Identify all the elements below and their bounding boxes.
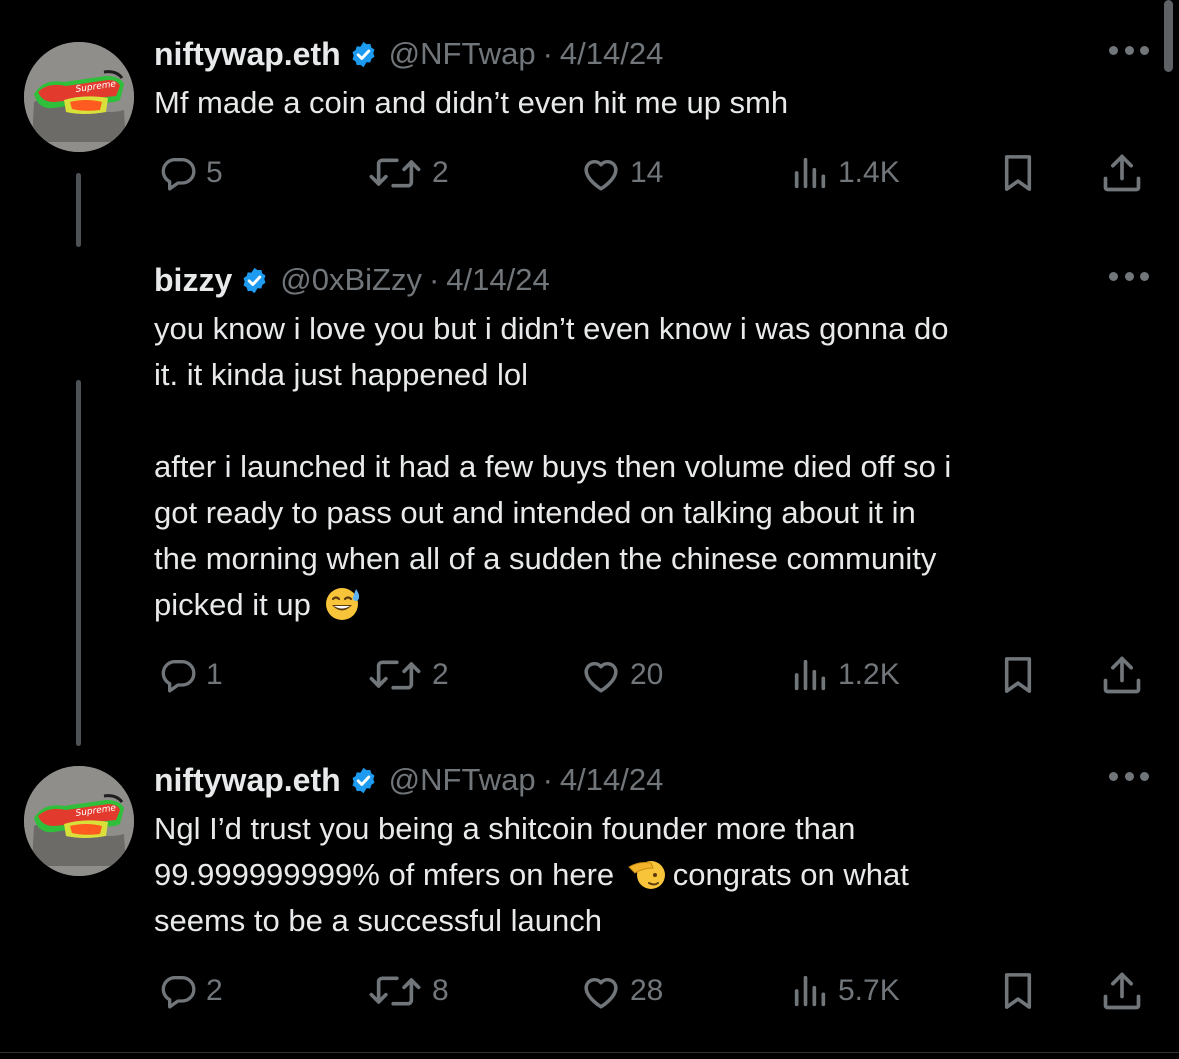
- repost-count: 2: [432, 156, 449, 189]
- avatar-image: Supreme: [24, 42, 134, 152]
- share-icon: [1103, 154, 1141, 192]
- tweet-line: seems to be a successful launch: [154, 903, 603, 938]
- like-button[interactable]: 20: [580, 650, 663, 700]
- more-icon[interactable]: [1109, 766, 1149, 786]
- repost-icon: [369, 976, 421, 1006]
- tweet-line: Ngl I’d trust you being a shitcoin found…: [154, 811, 856, 846]
- separator: ·: [428, 262, 440, 297]
- separator: ·: [542, 36, 553, 71]
- tweet-line: after i launched it had a few buys then …: [154, 449, 952, 484]
- saluting-face-emoji: [627, 861, 665, 889]
- tweet-text: Ngl I’d trust you being a shitcoin found…: [154, 806, 1114, 944]
- tweet-line: you know i love you but i didn’t even kn…: [154, 311, 949, 346]
- reply-icon: [161, 976, 196, 1009]
- repost-count: 8: [432, 974, 449, 1007]
- views-icon: [794, 975, 826, 1007]
- like-count: 28: [630, 974, 664, 1007]
- like-count: 14: [630, 156, 664, 189]
- verified-badge-icon[interactable]: [240, 266, 269, 295]
- heart-icon: [584, 159, 618, 191]
- share-icon: [1103, 972, 1141, 1010]
- handle[interactable]: @NFTwap: [389, 36, 536, 72]
- reply-count: 5: [206, 156, 223, 189]
- tweet-line: got ready to pass out and intended on ta…: [154, 495, 916, 530]
- display-name[interactable]: bizzy: [154, 262, 232, 299]
- tweet-line: congrats on what: [672, 857, 909, 892]
- handle[interactable]: @NFTwap: [389, 762, 536, 798]
- repost-icon: [369, 158, 421, 188]
- like-button[interactable]: 28: [580, 966, 663, 1016]
- avatar[interactable]: Supreme: [24, 42, 134, 152]
- divider: [0, 1052, 1179, 1053]
- timestamp[interactable]: 4/14/24: [446, 262, 549, 298]
- tweet-line: the morning when all of a sudden the chi…: [154, 541, 937, 576]
- reply-button[interactable]: 1: [158, 650, 223, 700]
- share-button[interactable]: [1100, 650, 1144, 700]
- tweet-line: picked it up: [154, 587, 311, 622]
- bookmark-icon: [1004, 657, 1032, 693]
- repost-button[interactable]: 2: [366, 148, 449, 198]
- views-icon: [794, 659, 826, 691]
- heart-icon: [584, 661, 618, 693]
- heart-icon: [584, 977, 618, 1009]
- display-name[interactable]: niftywap.eth: [154, 36, 341, 73]
- avatar[interactable]: Supreme: [24, 766, 134, 876]
- like-count: 20: [630, 658, 664, 691]
- timestamp[interactable]: 4/14/24: [560, 36, 663, 72]
- repost-count: 2: [432, 658, 449, 691]
- avatar-image: Supreme: [24, 766, 134, 876]
- more-icon[interactable]: [1109, 40, 1149, 60]
- verified-badge-icon[interactable]: [349, 766, 378, 795]
- action-bar: 1 2 20 1.2K: [0, 650, 1179, 700]
- reply-count: 2: [206, 974, 223, 1007]
- views-icon: [794, 157, 826, 189]
- sweat-smile-emoji: [326, 588, 360, 620]
- scrollbar[interactable]: [1164, 0, 1173, 72]
- views-button[interactable]: 1.2K: [790, 650, 900, 700]
- tweet-line: it. it kinda just happened lol: [154, 357, 528, 392]
- more-icon[interactable]: [1109, 266, 1149, 286]
- repost-icon: [369, 660, 421, 690]
- timestamp[interactable]: 4/14/24: [560, 762, 663, 798]
- reply-icon: [161, 660, 196, 693]
- reply-count: 1: [206, 658, 223, 691]
- reply-button[interactable]: 5: [158, 148, 223, 198]
- share-icon: [1103, 656, 1141, 694]
- views-button[interactable]: 5.7K: [790, 966, 900, 1016]
- bookmark-icon: [1004, 155, 1032, 191]
- tweet-header: bizzy @0xBiZzy · 4/14/24: [154, 258, 550, 302]
- bookmark-button[interactable]: [998, 650, 1038, 700]
- tweet-text: you know i love you but i didn’t even kn…: [154, 306, 1114, 628]
- verified-badge-icon[interactable]: [349, 40, 378, 69]
- repost-button[interactable]: 2: [366, 650, 449, 700]
- action-bar: 5 2 14 1.4K: [0, 148, 1179, 198]
- separator: ·: [542, 762, 553, 797]
- view-count: 1.4K: [838, 156, 900, 189]
- view-count: 1.2K: [838, 658, 900, 691]
- repost-button[interactable]: 8: [366, 966, 449, 1016]
- reply-icon: [161, 158, 196, 191]
- view-count: 5.7K: [838, 974, 900, 1007]
- tweet-header: niftywap.eth @NFTwap · 4/14/24: [154, 32, 663, 76]
- tweet-text: Mf made a coin and didn’t even hit me up…: [154, 80, 1114, 126]
- display-name[interactable]: niftywap.eth: [154, 762, 341, 799]
- bookmark-icon: [1004, 973, 1032, 1009]
- tweet-header: niftywap.eth @NFTwap · 4/14/24: [154, 758, 663, 802]
- tweet-line: 99.999999999% of mfers on here: [154, 857, 615, 892]
- share-button[interactable]: [1100, 148, 1144, 198]
- like-button[interactable]: 14: [580, 148, 663, 198]
- handle[interactable]: @0xBiZzy: [280, 262, 422, 298]
- share-button[interactable]: [1100, 966, 1144, 1016]
- tweet-line: Mf made a coin and didn’t even hit me up…: [154, 85, 789, 120]
- action-bar: 2 8 28 5.7K: [0, 966, 1179, 1016]
- reply-button[interactable]: 2: [158, 966, 223, 1016]
- bookmark-button[interactable]: [998, 148, 1038, 198]
- bookmark-button[interactable]: [998, 966, 1038, 1016]
- views-button[interactable]: 1.4K: [790, 148, 900, 198]
